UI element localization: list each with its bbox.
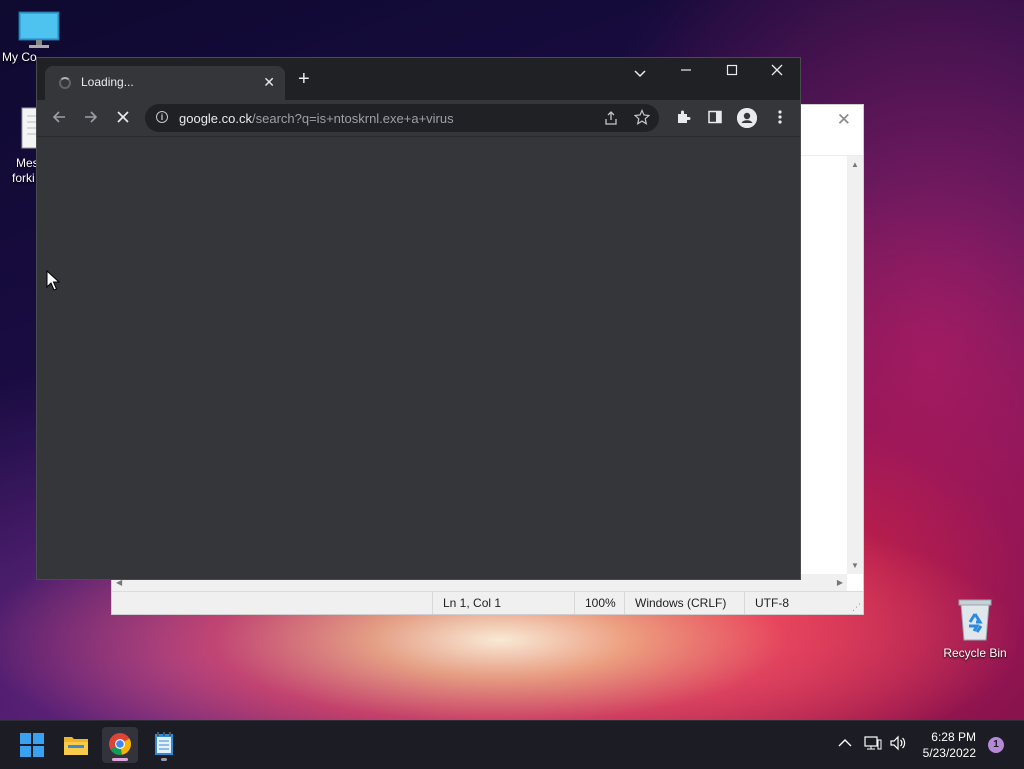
recycle-bin-icon <box>958 599 992 641</box>
url-path: /search?q=is+ntoskrnl.exe+a+virus <box>252 111 454 126</box>
address-bar-url[interactable]: google.co.ck/search?q=is+ntoskrnl.exe+a+… <box>179 111 454 126</box>
status-line-ending: Windows (CRLF) <box>624 592 744 614</box>
taskbar-file-explorer[interactable] <box>58 727 94 763</box>
scroll-down-arrow-icon[interactable]: ▼ <box>851 561 859 570</box>
new-tab-button[interactable]: + <box>298 69 310 89</box>
notification-badge[interactable]: 1 <box>988 737 1004 753</box>
notepad-icon <box>155 732 173 755</box>
maximize-button[interactable] <box>726 64 738 80</box>
notepad-vertical-scrollbar[interactable]: ▲ ▼ <box>847 156 863 574</box>
bookmark-star-icon[interactable] <box>633 109 651 128</box>
side-panel-icon[interactable] <box>707 109 723 130</box>
page-content-area[interactable] <box>37 137 800 579</box>
stop-loading-icon[interactable] <box>115 109 131 130</box>
taskbar-chrome[interactable] <box>102 727 138 763</box>
tab-search-icon[interactable] <box>634 66 646 82</box>
mouse-pointer-icon <box>46 270 60 291</box>
scroll-up-arrow-icon[interactable]: ▲ <box>851 160 859 169</box>
status-zoom: 100% <box>574 592 624 614</box>
address-bar[interactable]: i google.co.ck/search?q=is+ntoskrnl.exe+… <box>145 104 659 132</box>
back-arrow-icon[interactable] <box>51 109 67 130</box>
scroll-right-arrow-icon[interactable]: ▶ <box>837 578 843 587</box>
monitor-icon <box>18 11 60 48</box>
active-app-indicator <box>112 758 128 761</box>
running-app-indicator <box>161 758 167 761</box>
folder-icon <box>64 737 88 755</box>
volume-icon[interactable] <box>889 735 907 754</box>
status-cursor-position: Ln 1, Col 1 <box>432 592 574 614</box>
profile-avatar-icon[interactable] <box>737 108 757 128</box>
clock-date: 5/23/2022 <box>922 746 976 760</box>
status-encoding: UTF-8 <box>744 592 848 614</box>
minimize-button[interactable] <box>680 64 692 80</box>
close-icon[interactable]: ✕ <box>837 111 851 129</box>
chrome-logo-icon <box>109 733 131 755</box>
share-icon[interactable] <box>603 110 619 129</box>
start-button[interactable] <box>14 727 50 763</box>
extensions-puzzle-icon[interactable] <box>675 109 691 130</box>
tab-strip: Loading... ✕ + <box>37 58 800 100</box>
desktop-icon-recycle-bin[interactable]: Recycle Bin <box>936 596 1014 661</box>
taskbar-notepad[interactable] <box>146 727 182 763</box>
clock-time: 6:28 PM <box>931 730 976 744</box>
forward-arrow-icon[interactable] <box>83 109 99 130</box>
chrome-window[interactable]: Loading... ✕ + i google.co.ck/search?q=i… <box>36 57 801 580</box>
site-info-icon[interactable]: i <box>156 111 168 123</box>
desktop-icon-label: Recycle Bin <box>943 646 1007 660</box>
notepad-status-bar: Ln 1, Col 1 100% Windows (CRLF) UTF-8 ⋰ <box>112 591 863 614</box>
tab-loading[interactable]: Loading... ✕ <box>45 66 285 100</box>
tab-title: Loading... <box>81 75 134 89</box>
resize-grip-icon[interactable]: ⋰ <box>852 602 861 613</box>
chevron-up-icon[interactable] <box>838 735 852 751</box>
taskbar-clock[interactable]: 6:28 PM 5/23/2022 <box>923 729 976 761</box>
browser-toolbar: i google.co.ck/search?q=is+ntoskrnl.exe+… <box>37 100 800 137</box>
network-icon[interactable] <box>864 735 882 754</box>
close-window-button[interactable] <box>771 64 783 80</box>
windows-logo-icon <box>20 733 44 757</box>
taskbar: 6:28 PM 5/23/2022 1 <box>0 720 1024 769</box>
loading-spinner-icon <box>59 77 71 89</box>
url-host: google.co.ck <box>179 111 252 126</box>
close-icon[interactable]: ✕ <box>263 74 275 90</box>
more-menu-icon[interactable] <box>777 109 783 130</box>
